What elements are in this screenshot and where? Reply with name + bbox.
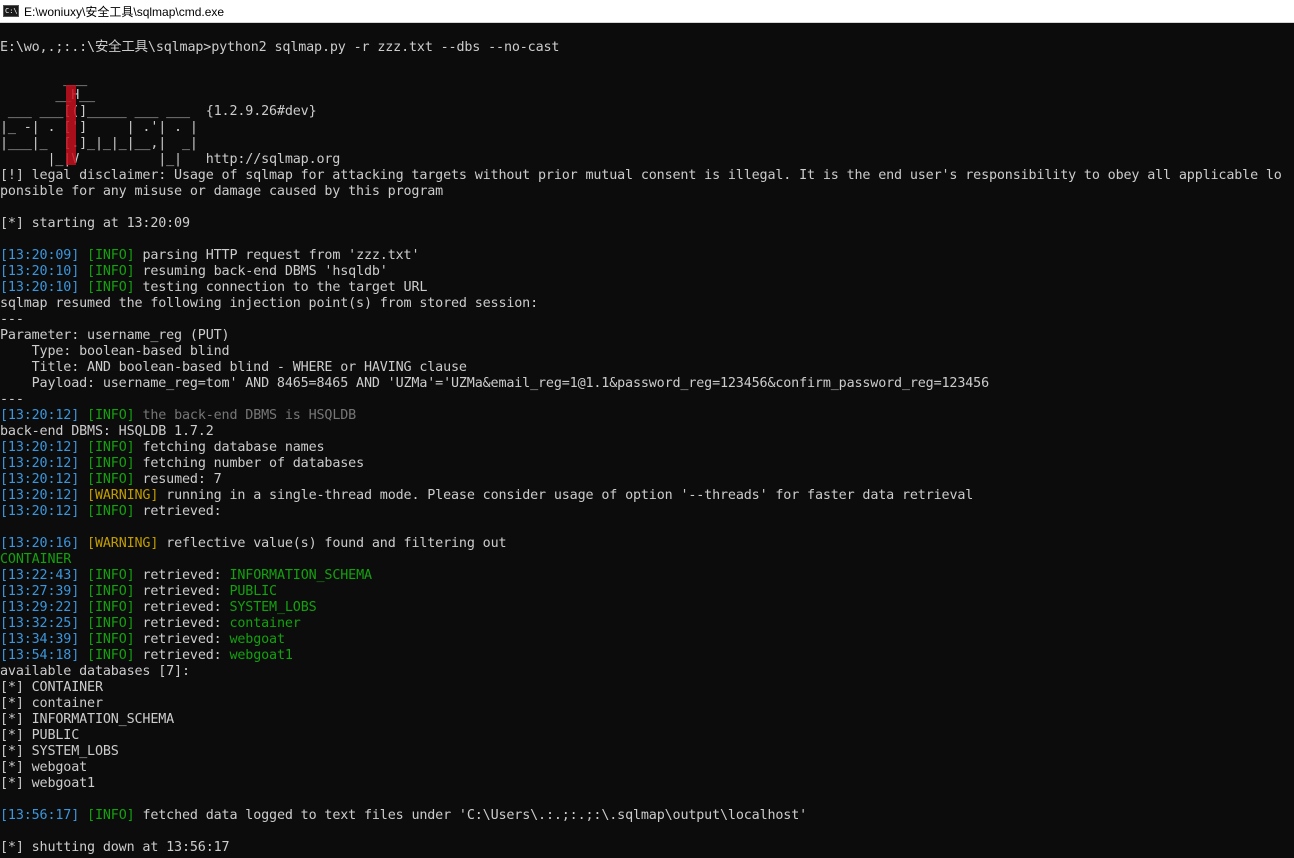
- log-line: [13:20:10] [INFO] resuming back-end DBMS…: [0, 264, 388, 279]
- log-line: [13:22:43] [INFO] retrieved: INFORMATION…: [0, 568, 372, 583]
- database-item: [*] PUBLIC: [0, 728, 80, 743]
- log-line: [13:20:09] [INFO] parsing HTTP request f…: [0, 248, 420, 263]
- banner-red-column: [66, 85, 76, 165]
- banner-art-2: __H__: [0, 88, 95, 103]
- banner-art-6: |_|V |_| http://sqlmap.org: [0, 152, 341, 167]
- database-item: [*] webgoat: [0, 760, 88, 775]
- log-line: [13:20:12] [INFO] retrieved:: [0, 504, 230, 519]
- log-line: [13:34:39] [INFO] retrieved: webgoat: [0, 632, 285, 647]
- cmd-icon: C:\: [3, 5, 19, 17]
- database-item: [*] INFORMATION_SCHEMA: [0, 712, 175, 727]
- log-line: [13:27:39] [INFO] retrieved: PUBLIC: [0, 584, 277, 599]
- banner-art-4: |_ -| . ['] | .'| . |: [0, 120, 198, 135]
- retrieved-value: CONTAINER: [0, 552, 72, 567]
- log-line: [13:20:12] [INFO] fetching number of dat…: [0, 456, 364, 471]
- log-line: [13:20:16] [WARNING] reflective value(s)…: [0, 536, 507, 551]
- banner-art-5: |___|_ [.]_|_|_|__,| _|: [0, 136, 198, 151]
- log-line: [13:20:12] [WARNING] running in a single…: [0, 488, 974, 503]
- log-line: [13:56:17] [INFO] fetched data logged to…: [0, 808, 808, 823]
- banner-url: http://sqlmap.org: [205, 152, 341, 167]
- database-item: [*] SYSTEM_LOBS: [0, 744, 119, 759]
- database-item: [*] CONTAINER: [0, 680, 103, 695]
- starting-line: [*] starting at 13:20:09: [0, 216, 190, 231]
- disclaimer-line-1: [!] legal disclaimer: Usage of sqlmap fo…: [0, 168, 1282, 183]
- separator: ---: [0, 312, 24, 327]
- window-titlebar: C:\ E:\woniuxy\安全工具\sqlmap\cmd.exe: [0, 0, 1294, 23]
- log-line: [13:20:12] [INFO] resumed: 7: [0, 472, 222, 487]
- banner-art-3: ___ ___[(]_____ ___ ___ {1.2.9.26#dev}: [0, 104, 317, 119]
- database-item: [*] container: [0, 696, 103, 711]
- log-line: [13:20:12] [INFO] the back-end DBMS is H…: [0, 408, 357, 423]
- disclaimer-line-2: ponsible for any misuse or damage caused…: [0, 184, 444, 199]
- title-line: Title: AND boolean-based blind - WHERE o…: [0, 360, 467, 375]
- banner-version: {1.2.9.26#dev}: [205, 104, 317, 119]
- command-line: E:\wo,.;:.:\安全工具\sqlmap>python2 sqlmap.p…: [0, 40, 560, 55]
- separator: ---: [0, 392, 24, 407]
- available-line: available databases [7]:: [0, 664, 190, 679]
- window-title: E:\woniuxy\安全工具\sqlmap\cmd.exe: [24, 4, 225, 19]
- console-output[interactable]: E:\wo,.;:.:\安全工具\sqlmap>python2 sqlmap.p…: [0, 23, 1294, 858]
- log-line: [13:54:18] [INFO] retrieved: webgoat1: [0, 648, 293, 663]
- backend-line: back-end DBMS: HSQLDB 1.7.2: [0, 424, 214, 439]
- type-line: Type: boolean-based blind: [0, 344, 230, 359]
- log-line: [13:32:25] [INFO] retrieved: container: [0, 616, 301, 631]
- parameter-line: Parameter: username_reg (PUT): [0, 328, 230, 343]
- database-item: [*] webgoat1: [0, 776, 95, 791]
- resumed-line: sqlmap resumed the following injection p…: [0, 296, 539, 311]
- payload-line: Payload: username_reg=tom' AND 8465=8465…: [0, 376, 989, 391]
- shutting-line: [*] shutting down at 13:56:17: [0, 840, 230, 855]
- log-line: [13:29:22] [INFO] retrieved: SYSTEM_LOBS: [0, 600, 317, 615]
- log-line: [13:20:10] [INFO] testing connection to …: [0, 280, 428, 295]
- log-line: [13:20:12] [INFO] fetching database name…: [0, 440, 325, 455]
